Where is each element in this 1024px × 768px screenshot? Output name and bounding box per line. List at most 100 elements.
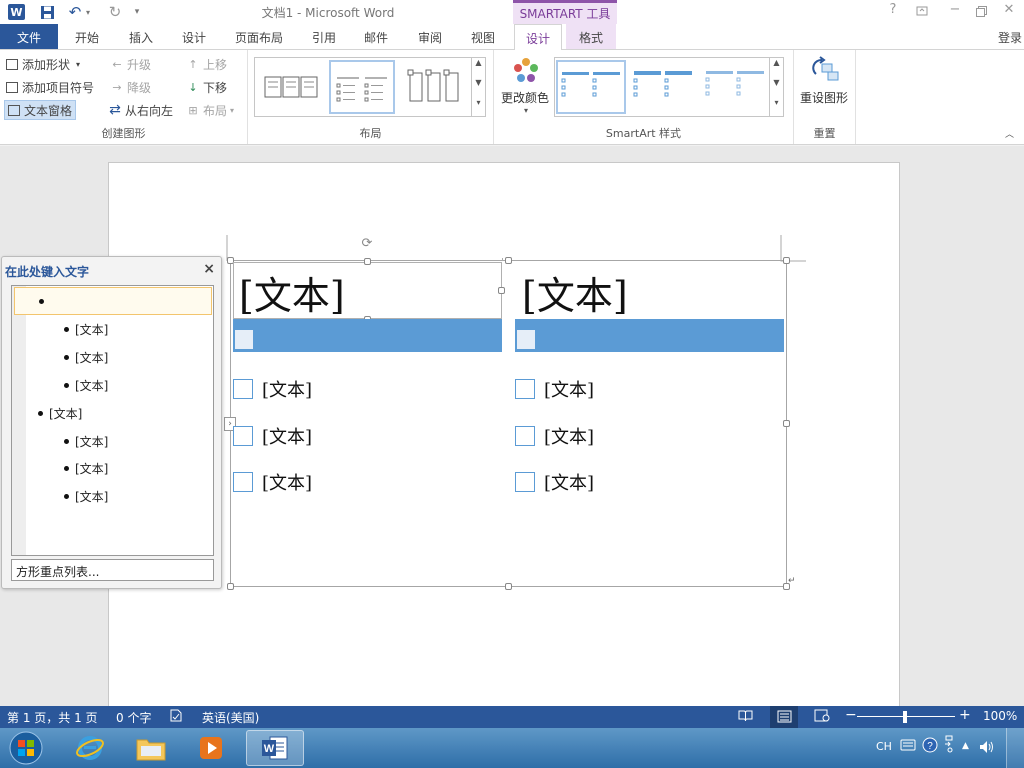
square-bullet-icon [233,426,253,446]
tab-insert[interactable]: 插入 [118,24,164,49]
shape-handle[interactable] [364,258,371,265]
text-pane-row[interactable]: [文本] [14,371,212,399]
word-count-status[interactable]: 0 个字 [116,709,151,726]
gallery-scroll-up-icon[interactable]: ▲ [471,58,485,78]
gallery-scroll-up-icon[interactable]: ▲ [769,58,783,78]
maximize-icon[interactable] [968,2,994,22]
gallery-scroll-down-icon[interactable]: ▼ [769,78,783,98]
language-status[interactable]: 英语(美国) [202,709,259,726]
keyboard-icon[interactable] [900,739,916,754]
smartart-list-item[interactable]: [文本] [515,469,594,495]
smartart-heading[interactable]: [文本] [522,265,628,320]
tab-smartart-format[interactable]: 格式 [566,24,616,49]
tab-smartart-design[interactable]: 设计 [514,24,562,50]
show-hidden-icons-icon[interactable]: ▲ [962,741,969,751]
text-pane-row[interactable]: [文本] [14,315,212,343]
tab-view[interactable]: 视图 [460,24,506,49]
style-thumbnail[interactable] [629,60,699,114]
ribbon-display-options-icon[interactable] [909,2,935,22]
text-pane-row[interactable]: [文本] [14,427,212,455]
smartart-accent-bar[interactable] [233,319,502,352]
smartart-accent-bar[interactable] [515,319,784,352]
resize-handle[interactable] [505,583,512,590]
layout-thumbnail[interactable] [401,60,467,114]
tab-review[interactable]: 审阅 [408,24,452,49]
word-taskbar-button[interactable]: W [246,730,304,766]
text-pane-row[interactable]: [文本] [14,343,212,371]
login-link[interactable]: 登录 [998,29,1022,46]
smartart-list-item[interactable]: [文本] [515,423,594,449]
text-pane-row[interactable]: [文本] [14,454,212,482]
layout-thumbnail-selected[interactable] [329,60,395,114]
gallery-scroll-down-icon[interactable]: ▼ [471,78,485,98]
promote-button[interactable]: ← 升级 [110,54,151,74]
tab-page-layout[interactable]: 页面布局 [224,24,294,49]
text-pane-button[interactable]: 文本窗格 [4,100,77,120]
style-thumbnail[interactable] [701,60,771,114]
rotate-handle-icon[interactable]: ⟳ [360,237,374,251]
demote-button[interactable]: → 降级 [110,77,151,97]
style-thumbnail-selected[interactable] [556,60,626,114]
text-pane-row[interactable]: [文本] [14,482,212,510]
gallery-more-icon[interactable]: ▾ [471,98,485,116]
input-language-indicator[interactable]: CH [876,740,892,753]
smartart-list-item[interactable]: [文本] [233,469,312,495]
title-bar: W ↶ ▾ ↻ ▾ 文档1 - Microsoft Word SMARTART … [0,0,1024,24]
resize-handle[interactable] [227,583,234,590]
tab-references[interactable]: 引用 [302,24,346,49]
layout-description-link[interactable]: 方形重点列表... [11,559,214,581]
tab-mailings[interactable]: 邮件 [354,24,398,49]
start-button[interactable] [4,730,48,766]
add-bullet-button[interactable]: 添加项目符号 [6,77,94,97]
web-layout-icon[interactable] [814,709,830,725]
tray-settings-icon[interactable] [944,735,956,756]
frame-connector [502,258,503,261]
show-desktop-button[interactable] [1006,728,1024,768]
read-mode-icon[interactable] [738,709,753,725]
shape-handle[interactable] [498,287,505,294]
text-pane-row[interactable]: [文本] [14,399,212,427]
resize-handle[interactable] [783,420,790,427]
smartart-list-item[interactable]: [文本] [233,423,312,449]
layout-thumbnail[interactable] [258,60,324,114]
tab-home[interactable]: 开始 [64,24,110,49]
text-pane-list[interactable]: [文本] [文本] [文本] [文本] [文本] [文本] [文本] [11,285,214,556]
change-colors-button[interactable]: 更改颜色 ▾ [500,56,552,118]
tab-file[interactable]: 文件 [0,24,58,49]
help-circle-icon[interactable]: ? [922,737,938,756]
smartart-list-item[interactable]: [文本] [233,376,312,402]
add-shape-button[interactable]: 添加形状 ▾ [6,54,80,74]
zoom-slider-thumb[interactable] [903,711,907,723]
resize-handle[interactable] [783,257,790,264]
text-pane-row[interactable] [14,287,212,315]
layout-button[interactable]: ⊞ 布局 ▾ [186,100,234,120]
right-to-left-button[interactable]: ⇄ 从右向左 [108,100,173,120]
volume-icon[interactable] [978,739,996,758]
media-player-icon[interactable] [186,730,236,766]
internet-explorer-icon[interactable] [66,730,114,766]
smartart-heading[interactable]: [文本] [239,265,345,320]
text-pane-row-text: [文本] [75,350,109,365]
zoom-level[interactable]: 100% [983,709,1017,723]
list-item-text: [文本] [544,473,595,494]
zoom-out-icon[interactable]: − [845,707,857,723]
page-count-status[interactable]: 第 1 页，共 1 页 [7,709,98,726]
close-icon[interactable]: × [203,261,215,277]
file-explorer-icon[interactable] [126,730,176,766]
resize-handle[interactable] [505,257,512,264]
zoom-in-icon[interactable]: + [959,707,971,723]
accent-bar-square [235,330,253,349]
gallery-more-icon[interactable]: ▾ [769,98,783,116]
tab-design[interactable]: 设计 [172,24,216,49]
minimize-icon[interactable]: − [942,2,968,22]
reset-graphic-button[interactable]: 重设图形 [798,56,854,106]
proofing-icon[interactable] [170,709,184,725]
move-up-button[interactable]: ↑ 上移 [186,54,227,74]
collapse-ribbon-icon[interactable]: ︿ [1005,127,1014,140]
move-down-button[interactable]: ↓ 下移 [186,77,227,97]
close-window-icon[interactable]: ✕ [996,2,1022,22]
smartart-list-item[interactable]: [文本] [515,376,594,402]
bullet-icon [64,382,69,388]
help-icon[interactable]: ? [880,2,906,22]
print-layout-icon[interactable] [770,706,798,728]
